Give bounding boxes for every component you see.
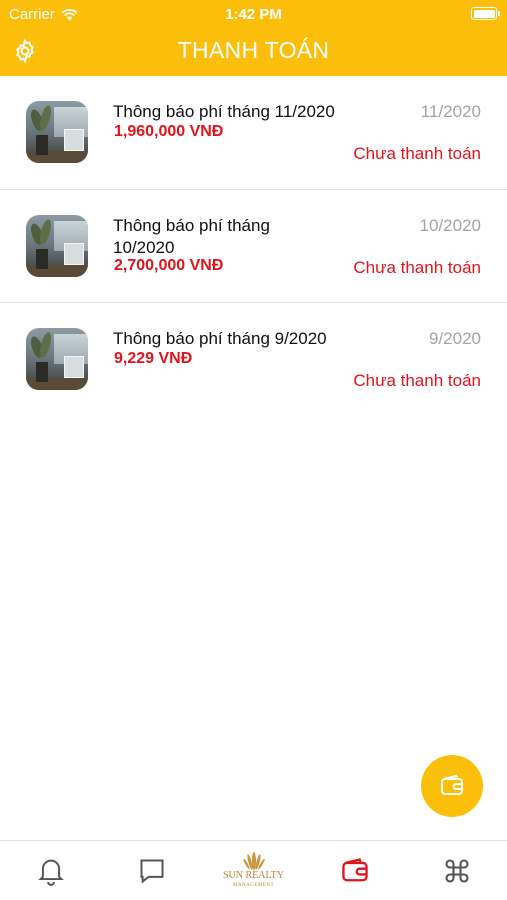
chat-icon [140, 859, 163, 884]
payment-period: 11/2020 [420, 102, 481, 121]
wallet-fab-button[interactable] [421, 755, 483, 817]
payment-title: Thông báo phí tháng 10/2020 [113, 216, 270, 257]
payment-amount: 9,229 VNĐ [114, 350, 193, 367]
sun-realty-logo: SUN REALTY MANAGEMENT [223, 851, 284, 891]
wallet-icon [441, 774, 463, 795]
battery-icon [471, 7, 500, 20]
status-time: 1:42 PM [225, 6, 282, 23]
payment-period: 10/2020 [419, 216, 481, 235]
payment-status: Chưa thanh toán [353, 258, 481, 277]
payment-row[interactable]: Thông báo phí tháng 11/2020 1,960,000 VN… [0, 76, 507, 190]
tab-payments[interactable] [304, 841, 405, 900]
property-thumbnail [26, 328, 88, 390]
payment-title: Thông báo phí tháng 9/2020 [113, 329, 327, 348]
payment-period: 9/2020 [429, 329, 481, 348]
tab-notifications[interactable] [0, 841, 101, 900]
tab-more[interactable] [406, 841, 507, 900]
payment-status: Chưa thanh toán [353, 144, 481, 163]
payment-amount: 2,700,000 VNĐ [114, 257, 224, 274]
bell-icon [37, 859, 64, 886]
logo-subtext: MANAGEMENT [232, 883, 275, 888]
property-thumbnail [26, 215, 88, 277]
payment-amount: 1,960,000 VNĐ [114, 123, 224, 140]
sun-logo-icon [242, 852, 265, 870]
logo-wordmark: SUN REALTY MANAGEMENT [223, 871, 284, 891]
tab-bar: SUN REALTY MANAGEMENT [0, 840, 507, 900]
wallet-icon [341, 858, 368, 882]
payment-row[interactable]: Thông báo phí tháng 10/2020 2,700,000 VN… [0, 190, 507, 303]
payment-status: Chưa thanh toán [353, 371, 481, 390]
payment-list: Thông báo phí tháng 11/2020 1,960,000 VN… [0, 76, 507, 416]
page-title: THANH TOÁN [177, 37, 330, 63]
command-icon [444, 859, 469, 883]
payment-row[interactable]: Thông báo phí tháng 9/2020 9,229 VNĐ 9/2… [0, 303, 507, 416]
payment-title: Thông báo phí tháng 11/2020 [113, 102, 335, 121]
nav-bar: THANH TOÁN [0, 28, 507, 76]
logo-text: SUN REALTY [222, 870, 285, 881]
property-thumbnail [26, 101, 88, 163]
tab-home[interactable]: SUN REALTY MANAGEMENT [203, 841, 304, 900]
tab-messages[interactable] [101, 841, 202, 900]
app-header: Carrier 1:42 PM THANH TOÁN [0, 0, 507, 76]
status-bar: Carrier 1:42 PM [0, 0, 507, 28]
